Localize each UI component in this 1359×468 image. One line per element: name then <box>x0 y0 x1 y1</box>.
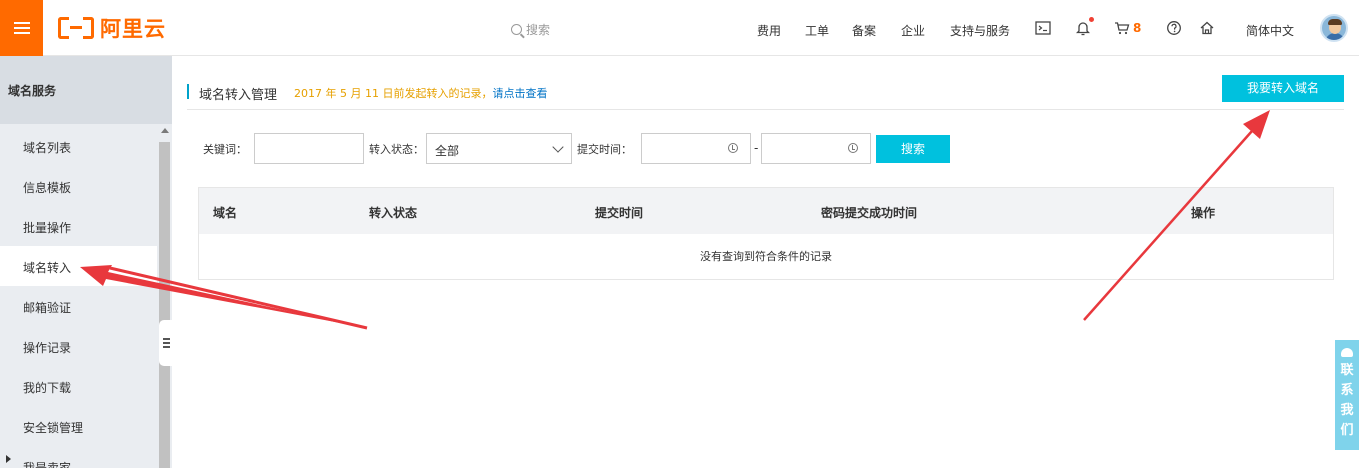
chevron-down-icon <box>552 141 564 153</box>
submit-time-label: 提交时间： <box>577 143 632 156</box>
sidebar-item-security-lock[interactable]: 安全锁管理 <box>0 406 157 446</box>
sidebar: 域名服务 域名列表 信息模板 批量操作 域名转入 邮箱验证 操作记录 我的下载 … <box>0 56 172 468</box>
search-button[interactable]: 搜索 <box>876 135 950 163</box>
clock-icon <box>728 143 738 153</box>
nav-filing[interactable]: 备案 <box>852 22 876 39</box>
sidebar-item-seller[interactable]: 我是卖家 <box>0 446 157 468</box>
page-title: 域名转入管理 <box>199 88 278 103</box>
sidebar-item-email-verify[interactable]: 邮箱验证 <box>0 286 157 326</box>
cart-count: 8 <box>1133 21 1142 35</box>
help-icon[interactable] <box>1164 18 1184 38</box>
nav-enterprise[interactable]: 企业 <box>901 22 925 39</box>
expand-caret-icon[interactable] <box>6 455 11 463</box>
language-switch[interactable]: 简体中文 <box>1246 22 1294 39</box>
status-select[interactable]: 全部 <box>426 133 572 164</box>
contact-char: 我 <box>1340 403 1354 418</box>
contact-char: 们 <box>1340 423 1354 438</box>
date-separator: - <box>754 141 759 155</box>
notice: 2017 年 5 月 11 日前发起转入的记录，请点击查看 <box>294 85 547 101</box>
cart-icon[interactable] <box>1112 18 1132 38</box>
home-icon[interactable] <box>1197 18 1217 38</box>
collapse-sidebar-icon[interactable] <box>159 320 172 366</box>
logo-mark-icon <box>58 17 94 39</box>
clock-icon <box>848 143 858 153</box>
transfer-table: 域名 转入状态 提交时间 密码提交成功时间 操作 没有查询到符合条件的记录 <box>198 187 1334 280</box>
page-header: 域名转入管理 2017 年 5 月 11 日前发起转入的记录，请点击查看 <box>187 84 1344 110</box>
search-input[interactable]: 搜索 <box>511 21 550 38</box>
top-bar: 阿里云 搜索 费用 工单 备案 企业 支持与服务 8 简体中文 <box>0 0 1359 56</box>
scroll-up-icon[interactable] <box>161 128 169 133</box>
search-placeholder: 搜索 <box>526 23 551 37</box>
nav-support[interactable]: 支持与服务 <box>950 22 1010 39</box>
sidebar-item-templates[interactable]: 信息模板 <box>0 166 157 206</box>
sidebar-scrollbar[interactable] <box>157 124 172 468</box>
column-status: 转入状态 <box>369 206 418 220</box>
sidebar-item-operation-log[interactable]: 操作记录 <box>0 326 157 366</box>
table-header: 域名 转入状态 提交时间 密码提交成功时间 操作 <box>199 188 1333 234</box>
keyword-input[interactable] <box>254 133 364 164</box>
contact-us-button[interactable]: 联 系 我 们 <box>1335 340 1359 450</box>
sidebar-item-domain-list[interactable]: 域名列表 <box>0 126 157 166</box>
keyword-label: 关键词： <box>203 143 247 156</box>
terminal-icon[interactable] <box>1033 18 1053 38</box>
menu-icon[interactable] <box>0 0 43 56</box>
nav-fees[interactable]: 费用 <box>757 22 781 39</box>
column-password-time: 密码提交成功时间 <box>821 206 918 220</box>
contact-char: 联 <box>1340 363 1354 378</box>
empty-message: 没有查询到符合条件的记录 <box>700 250 832 263</box>
search-icon <box>511 24 522 35</box>
sidebar-item-transfer-in[interactable]: 域名转入 <box>0 246 157 286</box>
scrollbar-thumb[interactable] <box>159 142 170 468</box>
column-submit-time: 提交时间 <box>595 206 644 220</box>
chat-icon <box>1341 348 1353 357</box>
sidebar-list: 域名列表 信息模板 批量操作 域名转入 邮箱验证 操作记录 我的下载 安全锁管理… <box>0 124 157 468</box>
status-select-value: 全部 <box>435 144 460 158</box>
avatar[interactable] <box>1320 14 1348 42</box>
transfer-domain-button[interactable]: 我要转入域名 <box>1222 75 1344 102</box>
sidebar-item-batch[interactable]: 批量操作 <box>0 206 157 246</box>
sidebar-item-downloads[interactable]: 我的下载 <box>0 366 157 406</box>
column-domain: 域名 <box>213 206 238 220</box>
aliyun-logo[interactable]: 阿里云 <box>58 14 166 42</box>
column-actions: 操作 <box>1191 206 1216 220</box>
title-accent <box>187 84 189 99</box>
notice-link[interactable]: 请点击查看 <box>492 87 547 100</box>
logo-text: 阿里云 <box>100 17 166 41</box>
contact-char: 系 <box>1340 383 1354 398</box>
sidebar-title: 域名服务 <box>0 56 172 124</box>
app-root: 阿里云 搜索 费用 工单 备案 企业 支持与服务 8 简体中文 域名服务 域名列… <box>0 0 1359 468</box>
notification-dot <box>1089 17 1094 22</box>
nav-tickets[interactable]: 工单 <box>805 22 829 39</box>
status-label: 转入状态： <box>369 143 424 156</box>
notice-text: 2017 年 5 月 11 日前发起转入的记录， <box>294 87 493 100</box>
